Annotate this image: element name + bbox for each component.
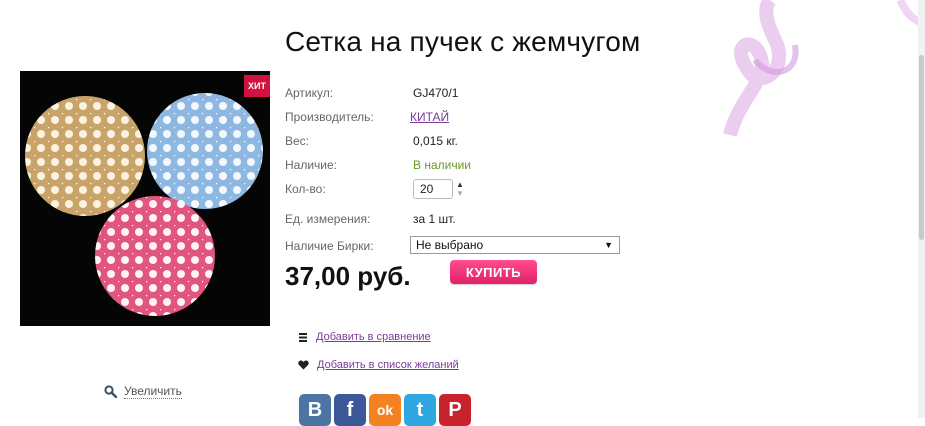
dropdown-arrow-icon: ▼ [604, 240, 613, 250]
unit-label: Ед. измерения: [285, 212, 371, 226]
compare-action[interactable]: Добавить в сравнение [298, 331, 431, 343]
wishlist-link[interactable]: Добавить в список желаний [317, 359, 459, 371]
tag-selected-value: Не выбрано [416, 238, 484, 252]
qty-label: Кол-во: [285, 182, 326, 196]
quantity-input[interactable] [413, 179, 453, 199]
product-title: Сетка на пучек с жемчугом [285, 26, 641, 57]
maker-link[interactable]: КИТАЙ [410, 110, 449, 124]
magnifier-icon [104, 385, 117, 398]
twitter-share-button[interactable]: t [404, 394, 436, 426]
article-label: Артикул: [285, 86, 334, 100]
product-price: 37,00 руб. [285, 261, 411, 291]
stock-value: В наличии [413, 158, 472, 172]
facebook-share-button[interactable]: f [334, 394, 366, 426]
wishlist-action[interactable]: Добавить в список желаний [298, 359, 459, 371]
spec-maker: Производитель: КИТАЙ [285, 110, 625, 128]
spec-quantity: Кол-во: ▲ ▼ [285, 179, 625, 200]
increment-icon[interactable]: ▲ [456, 180, 464, 189]
buy-button[interactable]: КУПИТЬ [450, 260, 537, 284]
spec-stock: Наличие: В наличии [285, 158, 625, 176]
scrollbar-thumb[interactable] [919, 55, 924, 240]
quantity-stepper: ▲ ▼ [413, 179, 464, 199]
spec-unit: Ед. измерения: за 1 шт. [285, 212, 625, 230]
unit-value: за 1 шт. [413, 212, 456, 226]
hit-badge: ХИТ [244, 75, 270, 97]
product-image[interactable]: ХИТ [20, 71, 270, 326]
page-scrollbar[interactable] [918, 0, 925, 418]
weight-label: Вес: [285, 134, 310, 148]
hairnet-image [25, 93, 263, 316]
maker-label: Производитель: [285, 110, 374, 124]
list-icon [299, 333, 307, 342]
tag-label: Наличие Бирки: [285, 239, 374, 253]
decrement-icon[interactable]: ▼ [456, 189, 464, 198]
stepper-arrows: ▲ ▼ [456, 180, 464, 198]
tag-select[interactable]: Не выбрано ▼ [410, 236, 620, 254]
heart-icon [298, 360, 309, 370]
weight-value: 0,015 кг. [413, 134, 458, 148]
stock-label: Наличие: [285, 158, 338, 172]
social-share-bar: B f ok t P [299, 394, 471, 426]
zoom-link[interactable]: Увеличить [104, 384, 182, 399]
spec-article: Артикул: GJ470/1 [285, 86, 625, 104]
zoom-label[interactable]: Увеличить [124, 384, 182, 399]
decorative-ribbon [723, 0, 920, 137]
odnoklassniki-share-button[interactable]: ok [369, 394, 401, 426]
pinterest-share-button[interactable]: P [439, 394, 471, 426]
article-value: GJ470/1 [413, 86, 459, 100]
spec-weight: Вес: 0,015 кг. [285, 134, 625, 152]
spec-tag: Наличие Бирки: Не выбрано ▼ [285, 236, 625, 257]
vk-share-button[interactable]: B [299, 394, 331, 426]
compare-link[interactable]: Добавить в сравнение [316, 331, 431, 343]
